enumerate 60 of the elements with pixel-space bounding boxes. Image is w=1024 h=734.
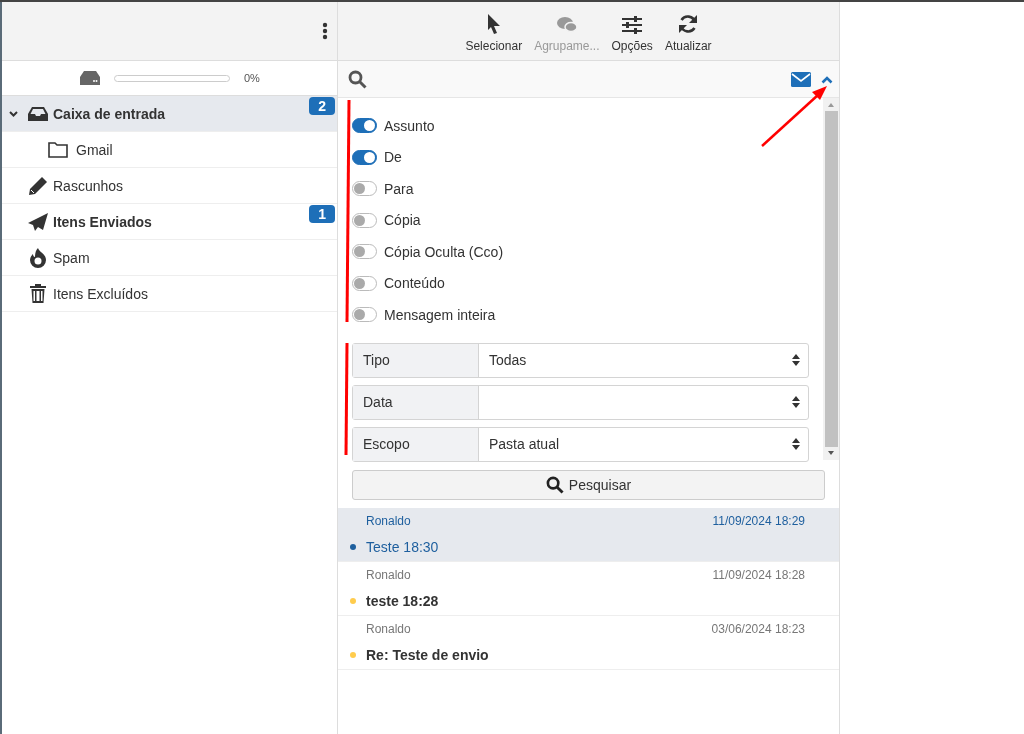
message-date: 11/09/2024 18:29 — [712, 513, 805, 528]
toggle-switch[interactable] — [352, 275, 377, 291]
search-button[interactable]: Pesquisar — [352, 470, 825, 500]
toggle-label: De — [384, 149, 402, 166]
toggle-switch[interactable] — [352, 307, 377, 323]
unread-count: 2 — [309, 97, 335, 115]
toggle-label: Conteúdo — [384, 275, 445, 292]
message-sender: Ronaldo — [366, 513, 411, 528]
toggle-switch[interactable] — [352, 212, 377, 228]
chat-bubbles-icon — [555, 16, 578, 34]
cursor-icon — [486, 14, 501, 34]
scroll-down-icon[interactable] — [827, 450, 835, 456]
annotation-arrow — [761, 86, 827, 147]
folder-item[interactable]: Rascunhos — [2, 168, 337, 204]
folder-item[interactable]: Gmail — [2, 132, 337, 168]
message-date: 11/09/2024 18:28 — [712, 567, 805, 582]
toggle-switch[interactable] — [352, 118, 377, 134]
message-item[interactable]: Ronaldo 11/09/2024 18:28 teste 18:28 — [338, 562, 839, 616]
folder-item[interactable]: Spam — [2, 240, 337, 276]
toolbar-button[interactable]: Selecionar — [465, 2, 523, 60]
scrollbar[interactable] — [823, 98, 839, 460]
toggle-label: Assunto — [384, 117, 435, 134]
chevron-icon[interactable] — [8, 109, 18, 118]
folder-item[interactable]: Caixa de entrada 2 — [2, 96, 337, 132]
toggle-switch[interactable] — [352, 244, 377, 260]
refresh-icon — [678, 14, 699, 34]
toolbar-button[interactable]: Atualizar — [664, 2, 712, 60]
collapse-chevron-icon[interactable] — [821, 74, 833, 84]
storage-percentage: 0% — [244, 72, 260, 84]
message-subject: Teste 18:30 — [366, 539, 439, 556]
envelope-icon[interactable] — [791, 71, 811, 87]
pencil-icon — [28, 175, 48, 196]
message-item[interactable]: Ronaldo 03/06/2024 18:23 Re: Teste de envio — [338, 616, 839, 670]
sliders-icon — [622, 16, 643, 34]
toggle-label: Mensagem inteira — [384, 306, 496, 323]
scroll-up-icon[interactable] — [827, 102, 835, 108]
more-options-icon[interactable] — [322, 22, 328, 40]
search-icon — [545, 476, 564, 494]
toggle-label: Cópia — [384, 212, 421, 229]
message-item[interactable]: Ronaldo 11/09/2024 18:29 Teste 18:30 — [338, 508, 839, 562]
toggle-label: Cópia Oculta (Cco) — [384, 243, 504, 260]
folder-item[interactable]: Itens Excluídos — [2, 276, 337, 312]
flame-icon — [29, 247, 47, 268]
toggle-switch[interactable] — [352, 181, 377, 197]
folder-icon — [48, 141, 68, 158]
message-date: 03/06/2024 18:23 — [711, 621, 805, 636]
message-sender: Ronaldo — [366, 567, 411, 582]
folder-item[interactable]: Itens Enviados 1 — [2, 204, 337, 240]
unread-count: 1 — [309, 205, 335, 223]
message-subject: teste 18:28 — [366, 593, 439, 610]
message-sender: Ronaldo — [366, 621, 411, 636]
inbox-icon — [28, 105, 48, 122]
hard-drive-icon — [80, 71, 100, 85]
search-icon[interactable] — [348, 69, 367, 89]
toggle-switch[interactable] — [352, 149, 377, 165]
toggle-label: Para — [384, 180, 414, 197]
message-subject: Re: Teste de envio — [366, 647, 489, 664]
toolbar-button[interactable]: Opções — [611, 2, 653, 60]
trash-icon — [30, 284, 46, 303]
paper-plane-icon — [28, 212, 48, 231]
